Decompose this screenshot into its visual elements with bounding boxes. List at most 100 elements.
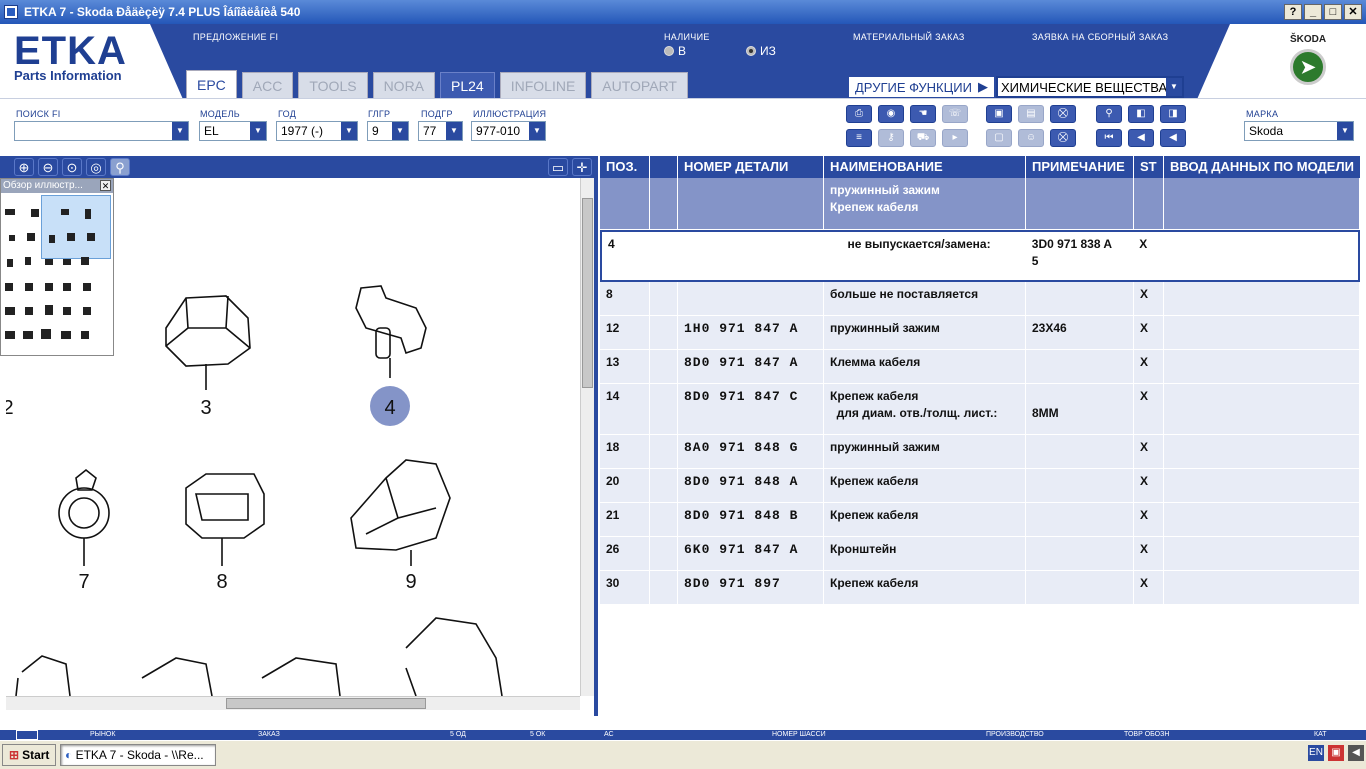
col-st[interactable]: ST (1134, 156, 1164, 178)
col-name[interactable]: НАИМЕНОВАНИЕ (824, 156, 1026, 178)
chemicals-label: ХИМИЧЕСКИЕ ВЕЩЕСТВА (1001, 79, 1168, 95)
zoom-in-icon[interactable]: ⊕ (14, 158, 34, 176)
table-row[interactable]: 21 8D0 971 848 B Крепеж кабеля X (600, 503, 1360, 537)
brand-select[interactable]: Skoda ▼ (1244, 121, 1354, 141)
col-note[interactable]: ПРИМЕЧАНИЕ (1026, 156, 1134, 178)
table-row[interactable]: 13 8D0 971 847 A Клемма кабеля X (600, 350, 1360, 384)
table-row-selected[interactable]: 4 не выпускается/замена: 3D0 971 838 A 5X (600, 230, 1360, 282)
prev-icon[interactable]: ◀ (1128, 129, 1154, 147)
page-next-icon[interactable]: ◨ (1160, 105, 1186, 123)
material-order-label[interactable]: МАТЕРИАЛЬНЫЙ ЗАКАЗ (853, 32, 965, 42)
cell-pos: 4 (602, 232, 652, 280)
zoom-100-icon[interactable]: ◎ (86, 158, 106, 176)
disk-icon[interactable]: ◉ (878, 105, 904, 123)
move-icon[interactable]: ✛ (572, 158, 592, 176)
radio-from[interactable]: ИЗ (746, 44, 776, 58)
table-row[interactable]: 14 8D0 971 847 C Крепеж кабеля для диам. о… (600, 384, 1360, 435)
group-select[interactable]: 9 ▼ (367, 121, 409, 141)
chemicals-select[interactable]: ХИМИЧЕСКИЕ ВЕЩЕСТВА ▼ (996, 76, 1184, 98)
overview-title-bar[interactable]: Обзор иллюстр... ✕ (1, 179, 113, 193)
search-fi-select[interactable]: ▼ (14, 121, 189, 141)
fi-offer-label[interactable]: ПРЕДЛОЖЕНИЕ FI (193, 32, 278, 42)
year-select[interactable]: 1977 (-) ▼ (276, 121, 358, 141)
hand-icon[interactable]: ☚ (910, 105, 936, 123)
col-part-number[interactable]: НОМЕР ДЕТАЛИ (678, 156, 824, 178)
cell-pos: 26 (600, 537, 650, 570)
table-row[interactable]: 26 6K0 971 847 A Кронштейн X (600, 537, 1360, 571)
print-icon[interactable]: ⎙ (846, 105, 872, 123)
cell-model-data (1164, 384, 1360, 434)
table-row[interactable]: 8 больше не поставляется X (600, 282, 1360, 316)
illustration-select[interactable]: 977-010 ▼ (471, 121, 546, 141)
help-button[interactable]: ? (1284, 4, 1302, 20)
tab-nora[interactable]: NORA (372, 72, 436, 98)
first-icon[interactable]: ⏮ (1096, 129, 1122, 147)
overview-panel[interactable]: Обзор иллюстр... ✕ (0, 178, 114, 356)
tab-autopart[interactable]: AUTOPART (591, 72, 688, 98)
taskbar-item-label: ETKA 7 - Skoda - \\Re... (75, 748, 204, 762)
close-icon[interactable]: ✕ (100, 180, 111, 191)
cell-model-data (1164, 316, 1360, 349)
car-icon[interactable]: ⛟ (910, 129, 936, 147)
start-button[interactable]: ⊞ Start (2, 744, 57, 766)
vertical-scrollbar[interactable] (580, 178, 594, 696)
scroll-thumb[interactable] (226, 698, 426, 709)
assembly-order-label[interactable]: ЗАЯВКА НА СБОРНЫЙ ЗАКАЗ (1032, 32, 1168, 42)
other-functions-button[interactable]: ДРУГИЕ ФУНКЦИИ ▶ (848, 76, 995, 98)
group-value: 9 (372, 124, 379, 138)
table-row[interactable]: 30 8D0 971 897 Крепеж кабеля X (600, 571, 1360, 605)
subgroup-select[interactable]: 77 ▼ (418, 121, 463, 141)
tab-epc[interactable]: EPC (186, 70, 237, 98)
tray-volume-icon[interactable]: ◀ (1348, 745, 1364, 761)
zoom-out-icon[interactable]: ⊖ (38, 158, 58, 176)
taskbar-item-etka[interactable]: ◐ ETKA 7 - Skoda - \\Re... (60, 744, 216, 766)
tab-tools[interactable]: TOOLS (298, 72, 368, 98)
monitor-icon[interactable]: ▢ (986, 129, 1012, 147)
model-select[interactable]: EL ▼ (199, 121, 267, 141)
cell-note (1026, 435, 1134, 468)
cell-part-number: 1H0 971 847 A (678, 316, 824, 349)
layout-icon[interactable]: ▭ (548, 158, 568, 176)
col-pos[interactable]: ПОЗ. (600, 156, 650, 178)
language-indicator[interactable]: EN (1308, 745, 1324, 761)
key-icon[interactable]: ⚷ (878, 129, 904, 147)
zoom-fit-icon[interactable]: ⊙ (62, 158, 82, 176)
depot-icon[interactable]: ▤ (1018, 105, 1044, 123)
header: ETKA Parts Information ПРЕДЛОЖЕНИЕ FI НА… (0, 24, 1366, 98)
horizontal-scrollbar[interactable] (6, 696, 580, 710)
table-row[interactable]: 12 1H0 971 847 Aпружинный зажим 23X46 X (600, 316, 1360, 350)
tab-pl24[interactable]: PL24 (440, 72, 495, 98)
scroll-thumb[interactable] (582, 198, 593, 388)
table-row[interactable]: 18 8A0 971 848 Gпружинный зажим X (600, 435, 1360, 469)
minimize-button[interactable]: _ (1304, 4, 1322, 20)
cell-name: пружинный зажим (824, 316, 1026, 349)
table-header: ПОЗ. НОМЕР ДЕТАЛИ НАИМЕНОВАНИЕ ПРИМЕЧАНИ… (600, 156, 1360, 178)
user-icon[interactable]: ☺ (1018, 129, 1044, 147)
col-model-data[interactable]: ВВОД ДАННЫХ ПО МОДЕЛИ (1164, 156, 1360, 178)
cell-pos: 13 (600, 350, 650, 383)
magnifier-icon[interactable]: ⚲ (110, 158, 130, 176)
bubble-icon[interactable]: ☏ (942, 105, 968, 123)
arrow-icon[interactable]: ▸ (942, 129, 968, 147)
cell-pos: 8 (600, 282, 650, 315)
cart-icon[interactable]: ⛒ (1050, 105, 1076, 123)
col-blank[interactable] (650, 156, 678, 178)
cell-name: Крепеж кабеля (824, 469, 1026, 502)
back-icon[interactable]: ◀ (1160, 129, 1186, 147)
tab-acc[interactable]: ACC (241, 72, 294, 98)
table-row[interactable]: пружинный зажим Крепеж кабеля (600, 178, 1360, 230)
tray-app-icon[interactable]: ▣ (1328, 745, 1344, 761)
cell-st: X (1134, 469, 1164, 502)
table-row[interactable]: 20 8D0 971 848 A Крепеж кабеля X (600, 469, 1360, 503)
page-prev-icon[interactable]: ◧ (1128, 105, 1154, 123)
maximize-button[interactable]: □ (1324, 4, 1342, 20)
close-button[interactable]: ✕ (1344, 4, 1362, 20)
tab-infoline[interactable]: INFOLINE (499, 72, 587, 98)
list-icon[interactable]: ≡ (846, 129, 872, 147)
cart-add-icon[interactable]: ⛒ (1050, 129, 1076, 147)
part-8-shape (185, 473, 265, 539)
elsa-icon[interactable]: ▣ (986, 105, 1012, 123)
radio-in[interactable]: В (664, 44, 686, 58)
pin-icon[interactable]: ⚲ (1096, 105, 1122, 123)
cell-st: X (1134, 503, 1164, 536)
